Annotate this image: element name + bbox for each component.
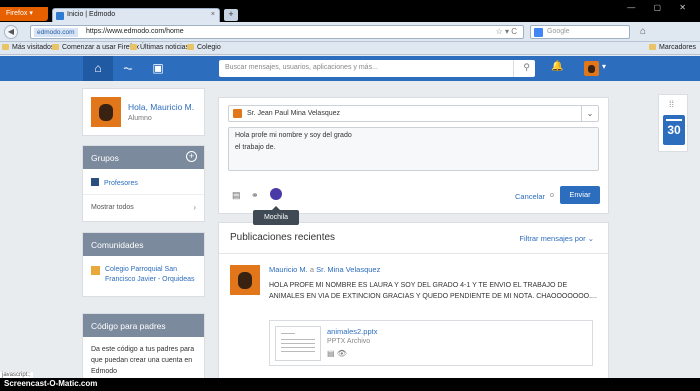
post-body: HOLA PROFE MI NOMBRE ES LAURA Y SOY DEL … <box>269 282 597 300</box>
cancel-link[interactable]: Cancelar <box>515 192 545 201</box>
profile-role: Alumno <box>128 115 152 122</box>
recipient-name: Sr. Jean Paul Mina Velasquez <box>247 110 341 117</box>
message-line-2: el trabajo de. <box>235 144 276 151</box>
or-text: o <box>550 192 554 199</box>
backpack-icon[interactable]: ▣ <box>143 56 173 81</box>
post-author[interactable]: Mauricio M. <box>269 265 308 274</box>
apps-grid-icon[interactable]: ⁞⁞ <box>669 99 674 109</box>
calendar-icon[interactable]: 30 <box>663 115 685 145</box>
bookmark-firefox[interactable]: Comenzar a usar Firefox <box>52 44 139 51</box>
filter-posts-dropdown[interactable]: Filtrar mensajes por ⌄ <box>519 234 594 243</box>
activity-icon[interactable]: ⏦ <box>113 56 143 81</box>
rss-icon <box>130 44 137 50</box>
post-composer: Sr. Jean Paul Mina Velasquez ⌄ Hola prof… <box>218 97 609 225</box>
search-icon[interactable]: ⚲ <box>523 62 530 73</box>
post-meta: Mauricio M. a Sr. Mina Velasquez <box>269 265 380 274</box>
message-line-1: Hola profe mi nombre y soy del grado <box>235 132 352 139</box>
attach-file-icon[interactable]: ▤ <box>232 190 241 201</box>
browser-home-icon[interactable]: ⌂ <box>640 26 646 37</box>
groups-header: Grupos + <box>83 146 204 169</box>
calendar-day: 30 <box>667 123 681 137</box>
search-placeholder: Buscar mensajes, usuarios, aplicaciones … <box>225 64 378 71</box>
profile-greeting[interactable]: Hola, Mauricio M. <box>128 102 194 112</box>
google-icon <box>534 28 543 37</box>
bookmark-colegio[interactable]: Colegio <box>187 44 221 51</box>
firefox-menu-button[interactable]: Firefox ▾ <box>0 7 48 21</box>
recipient-avatar <box>233 109 242 118</box>
notifications-bell-icon[interactable]: 🔔 <box>551 61 563 72</box>
apps-widget: ⁞⁞ 30 <box>658 94 688 152</box>
communities-title: Comunidades <box>91 240 144 250</box>
attachment-name[interactable]: animales2.pptx <box>327 327 377 336</box>
groups-panel: Grupos + Profesores Mostrar todos › <box>82 145 205 222</box>
bookmark-folder-icon <box>187 44 194 50</box>
bookmarks-icon <box>649 44 657 50</box>
back-arrow-icon[interactable]: ◀ <box>4 25 18 39</box>
communities-panel: Comunidades Colegio Parroquial San Franc… <box>82 232 205 297</box>
header-avatar[interactable] <box>584 61 599 76</box>
group-color-icon <box>91 178 99 186</box>
profile-card: Hola, Mauricio M. Alumno <box>82 88 205 136</box>
browser-search-placeholder: Google <box>547 28 570 35</box>
screencast-watermark: Screencast-O-Matic.com <box>0 378 700 391</box>
attachment-type: PPTX Archivo <box>327 338 371 345</box>
firefox-icon <box>52 44 59 50</box>
window-controls[interactable]: — ▢ ✕ <box>627 3 694 12</box>
message-textarea[interactable]: Hola profe mi nombre y soy del grado el … <box>228 127 599 171</box>
communities-header: Comunidades <box>83 233 204 256</box>
send-button[interactable]: Enviar <box>560 186 600 204</box>
show-all-label: Mostrar todos <box>91 204 134 211</box>
browser-navbar: ◀ edmodo.com https://www.edmodo.com/home… <box>0 22 700 42</box>
feed-header: Publicaciones recientes Filtrar mensajes… <box>219 223 608 254</box>
attachment-card[interactable]: animales2.pptx PPTX Archivo ▤ 👁 <box>269 320 593 366</box>
recipient-selector[interactable]: Sr. Jean Paul Mina Velasquez ⌄ <box>228 105 599 122</box>
recent-posts-feed: Publicaciones recientes Filtrar mensajes… <box>218 222 609 391</box>
attachment-thumbnail[interactable] <box>275 326 321 361</box>
parent-code-title: Código para padres <box>91 321 166 331</box>
chevron-right-icon: › <box>193 203 196 212</box>
community-label: Colegio Parroquial San Francisco Javier … <box>105 266 195 283</box>
browser-search-input[interactable]: Google <box>530 25 630 39</box>
parent-code-text: Da este código a tus padres para que pue… <box>91 346 195 375</box>
home-icon[interactable]: ⌂ <box>83 56 113 81</box>
backpack-tooltip: Mochila <box>253 206 299 225</box>
bookmarks-menu[interactable]: Marcadores <box>649 44 696 51</box>
bookmark-news[interactable]: Últimas noticias <box>130 44 189 51</box>
post-author-avatar[interactable] <box>230 265 260 295</box>
search-input[interactable]: Buscar mensajes, usuarios, aplicaciones … <box>219 60 535 77</box>
attachment-actions-icons[interactable]: ▤ 👁 <box>327 349 347 358</box>
edmodo-favicon-icon <box>56 12 64 20</box>
post-recipient[interactable]: Sr. Mina Velasquez <box>316 265 380 274</box>
chevron-down-icon[interactable]: ⌄ <box>581 106 598 121</box>
profile-avatar[interactable] <box>91 97 121 127</box>
new-tab-button[interactable]: + <box>224 9 238 21</box>
browser-titlebar: Firefox ▾ Inicio | Edmodo × + — ▢ ✕ <box>0 0 700 22</box>
post-connector: a <box>309 265 315 274</box>
edmodo-header: ⌂ ⏦ ▣ Buscar mensajes, usuarios, aplicac… <box>0 56 700 81</box>
group-label: Profesores <box>104 180 138 187</box>
school-icon <box>91 266 100 275</box>
tab-close-icon[interactable]: × <box>211 11 215 18</box>
feed-title: Publicaciones recientes <box>230 232 336 243</box>
url-text[interactable]: https://www.edmodo.com/home <box>86 28 184 35</box>
attach-link-icon[interactable]: ⚭ <box>251 190 259 201</box>
bookmark-most-visited[interactable]: Más visitados <box>2 44 54 51</box>
bookmarks-bar: Más visitados Comenzar a usar Firefox Úl… <box>0 42 700 55</box>
add-group-icon[interactable]: + <box>186 151 197 162</box>
address-bar[interactable]: edmodo.com https://www.edmodo.com/home ☆… <box>30 25 524 39</box>
group-item-profesores[interactable]: Profesores <box>83 169 204 195</box>
groups-title: Grupos <box>91 153 119 163</box>
backpack-attach-icon[interactable] <box>270 188 282 200</box>
parent-code-header: Código para padres <box>83 314 204 337</box>
url-bar-icons[interactable]: ☆ ▾ C <box>496 27 517 36</box>
screen: Firefox ▾ Inicio | Edmodo × + — ▢ ✕ ◀ ed… <box>0 0 700 391</box>
bookmark-folder-icon <box>2 44 9 50</box>
site-identity[interactable]: edmodo.com <box>34 28 78 37</box>
account-caret-icon[interactable]: ▾ <box>602 62 606 71</box>
tab-title: Inicio | Edmodo <box>67 11 116 18</box>
browser-tab[interactable]: Inicio | Edmodo × <box>52 8 220 22</box>
search-divider <box>513 60 514 77</box>
show-all-groups-link[interactable]: Mostrar todos › <box>83 195 204 221</box>
community-item[interactable]: Colegio Parroquial San Francisco Javier … <box>83 256 204 296</box>
